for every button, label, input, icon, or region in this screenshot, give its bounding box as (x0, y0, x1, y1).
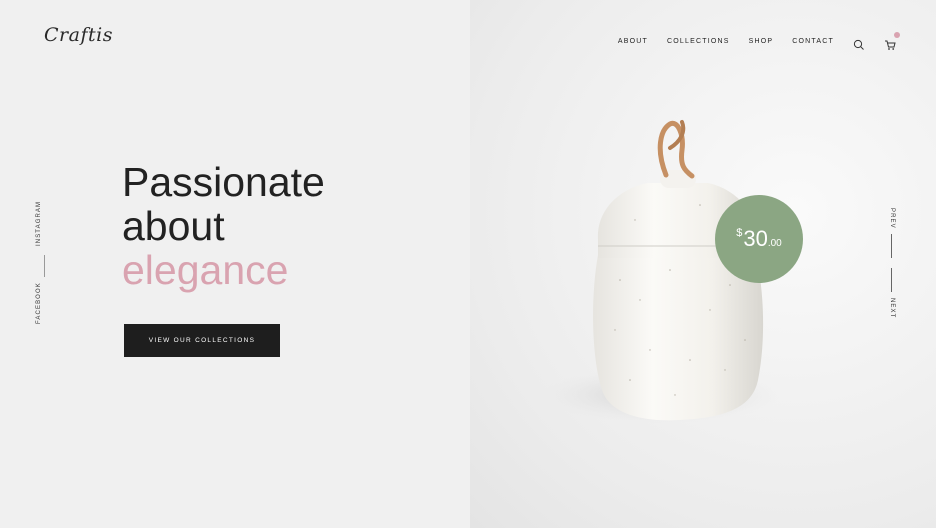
cart-icon[interactable] (884, 32, 900, 50)
social-links: INSTAGRAM FACEBOOK (36, 200, 54, 328)
nav-item-shop[interactable]: SHOP (749, 37, 774, 47)
hero-line-2: about (122, 203, 225, 249)
next-arrow-icon[interactable] (891, 268, 892, 292)
main-nav: ABOUT COLLECTIONS SHOP CONTACT (599, 32, 900, 50)
prev-arrow-icon[interactable] (891, 234, 892, 258)
view-collections-button[interactable]: VIEW OUR COLLECTIONS (124, 324, 280, 357)
ceramic-jar-image (540, 120, 780, 423)
social-divider (44, 255, 45, 277)
nav-item-about[interactable]: ABOUT (618, 37, 648, 47)
product-image-panel (470, 0, 936, 528)
social-facebook-link[interactable]: FACEBOOK (36, 282, 42, 324)
price-cents: .00 (767, 238, 782, 249)
price-currency: $ (736, 227, 743, 239)
slider-navigation: PREV NEXT (886, 208, 898, 320)
price-badge: $ 30 .00 (715, 195, 803, 283)
social-instagram-link[interactable]: INSTAGRAM (36, 201, 42, 246)
nav-item-contact[interactable]: CONTACT (792, 37, 834, 47)
hero-heading: Passionate about elegance (122, 160, 325, 292)
slider-next-button[interactable]: NEXT (889, 298, 895, 318)
nav-item-collections[interactable]: COLLECTIONS (667, 37, 730, 47)
price-amount: 30 (743, 226, 768, 251)
hero-line-1: Passionate (122, 159, 325, 205)
brand-logo[interactable]: Craftis (44, 24, 113, 46)
search-icon[interactable] (853, 36, 865, 50)
slider-prev-button[interactable]: PREV (889, 208, 895, 229)
cart-count-badge (894, 32, 900, 38)
hero-line-accent: elegance (122, 247, 289, 293)
